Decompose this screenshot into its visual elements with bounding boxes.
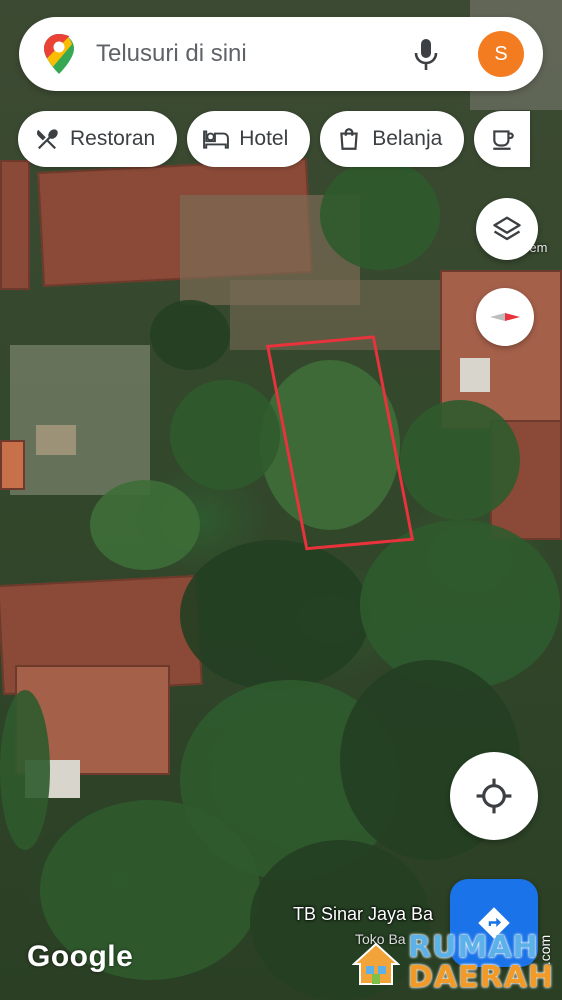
house-logo-icon	[352, 942, 400, 985]
white-structure	[36, 425, 76, 455]
compass-icon	[490, 313, 520, 321]
layers-button[interactable]	[476, 198, 538, 260]
chip-hotels[interactable]: Hotel	[187, 111, 311, 167]
white-structure	[460, 358, 490, 392]
tree	[170, 380, 280, 490]
maps-pin-icon	[44, 34, 74, 74]
tree	[90, 480, 200, 570]
tree	[150, 300, 230, 370]
tree	[400, 400, 520, 520]
my-location-button[interactable]	[450, 752, 538, 840]
account-avatar[interactable]: S	[478, 31, 524, 77]
hotel-icon	[203, 130, 230, 149]
search-input[interactable]: Telusuri di sini	[96, 40, 247, 68]
tree	[320, 160, 440, 270]
tree	[360, 520, 560, 690]
watermark-line2: DAERAH	[408, 960, 555, 995]
shopping-bag-icon	[340, 128, 358, 150]
chip-label: Hotel	[239, 127, 289, 150]
chip-label: Restoran	[70, 127, 156, 150]
place-label[interactable]: TB Sinar Jaya Ba	[293, 904, 433, 925]
my-location-icon	[476, 778, 512, 814]
tree	[0, 690, 50, 850]
tree	[180, 540, 370, 690]
ground	[10, 345, 150, 495]
watermark-suffix: .com	[537, 934, 554, 966]
google-logo: Google	[27, 940, 134, 973]
roof	[0, 160, 30, 290]
land-plot-outline	[266, 335, 415, 551]
chip-shopping[interactable]: Belanja	[320, 111, 465, 167]
watermark: RUMAH DAERAH .com	[350, 930, 554, 995]
coffee-icon	[493, 130, 515, 150]
mic-icon[interactable]	[413, 38, 439, 72]
chip-label: Belanja	[372, 127, 443, 150]
restaurant-icon	[36, 129, 58, 150]
roof	[0, 440, 25, 490]
chip-coffee[interactable]	[474, 111, 531, 167]
chip-restaurants[interactable]: Restoran	[18, 111, 178, 167]
compass-button[interactable]	[476, 288, 534, 346]
category-chips: Restoran Hotel Belanja	[18, 111, 531, 167]
layers-icon	[493, 216, 521, 241]
